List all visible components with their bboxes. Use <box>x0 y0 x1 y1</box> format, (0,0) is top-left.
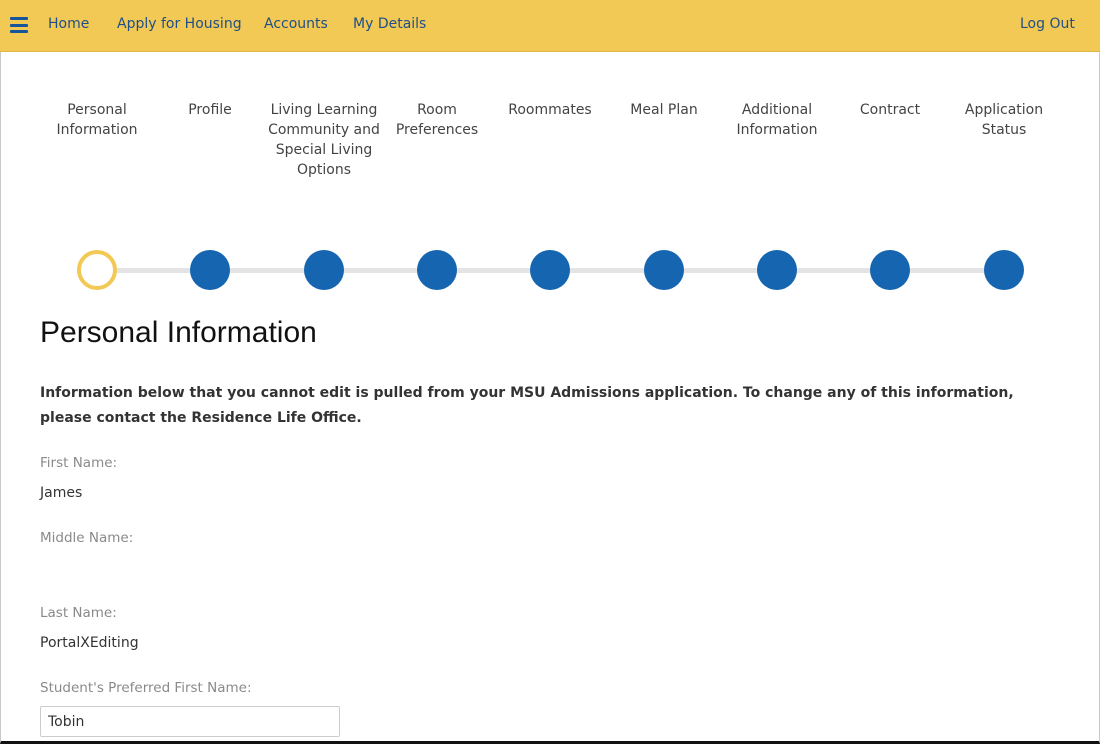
step-dot-living-learning-community[interactable] <box>304 250 344 290</box>
info-notice: Information below that you cannot edit i… <box>40 385 1014 426</box>
step-dot-personal-information[interactable] <box>77 250 117 290</box>
step-label-application-status: Application Status <box>964 102 1044 138</box>
logout-link[interactable]: Log Out <box>1020 16 1075 32</box>
nav-link-apply-for-housing[interactable]: Apply for Housing <box>117 16 242 32</box>
step-dot-profile[interactable] <box>190 250 230 290</box>
first-name-value: James <box>40 485 83 501</box>
nav-link-accounts[interactable]: Accounts <box>264 16 328 32</box>
top-nav-bar: Home Apply for Housing Accounts My Detai… <box>0 0 1100 52</box>
step-dot-additional-information[interactable] <box>757 250 797 290</box>
last-name-label: Last Name: <box>40 605 117 621</box>
nav-link-home[interactable]: Home <box>48 16 89 32</box>
preferred-first-name-label: Student's Preferred First Name: <box>40 680 252 696</box>
step-dot-meal-plan[interactable] <box>644 250 684 290</box>
page-title: Personal Information <box>40 316 317 349</box>
step-label-additional-information: Additional Information <box>736 102 818 138</box>
preferred-first-name-input[interactable] <box>40 706 340 737</box>
hamburger-menu-icon[interactable] <box>10 17 28 33</box>
nav-link-my-details[interactable]: My Details <box>353 16 426 32</box>
step-dot-roommates[interactable] <box>530 250 570 290</box>
middle-name-label: Middle Name: <box>40 530 134 546</box>
step-label-living-learning-community: Living Learning Community and Special Li… <box>268 102 380 178</box>
first-name-label: First Name: <box>40 455 118 471</box>
step-label-personal-information: Personal Information <box>56 102 138 138</box>
last-name-value: PortalXEditing <box>40 635 139 651</box>
step-label-contract: Contract <box>859 102 921 118</box>
step-dot-contract[interactable] <box>870 250 910 290</box>
step-label-room-preferences: Room Preferences <box>395 102 479 138</box>
step-dot-room-preferences[interactable] <box>417 250 457 290</box>
step-label-meal-plan: Meal Plan <box>630 102 698 118</box>
step-dot-application-status[interactable] <box>984 250 1024 290</box>
step-label-roommates: Roommates <box>508 102 592 118</box>
step-label-profile: Profile <box>188 102 232 118</box>
